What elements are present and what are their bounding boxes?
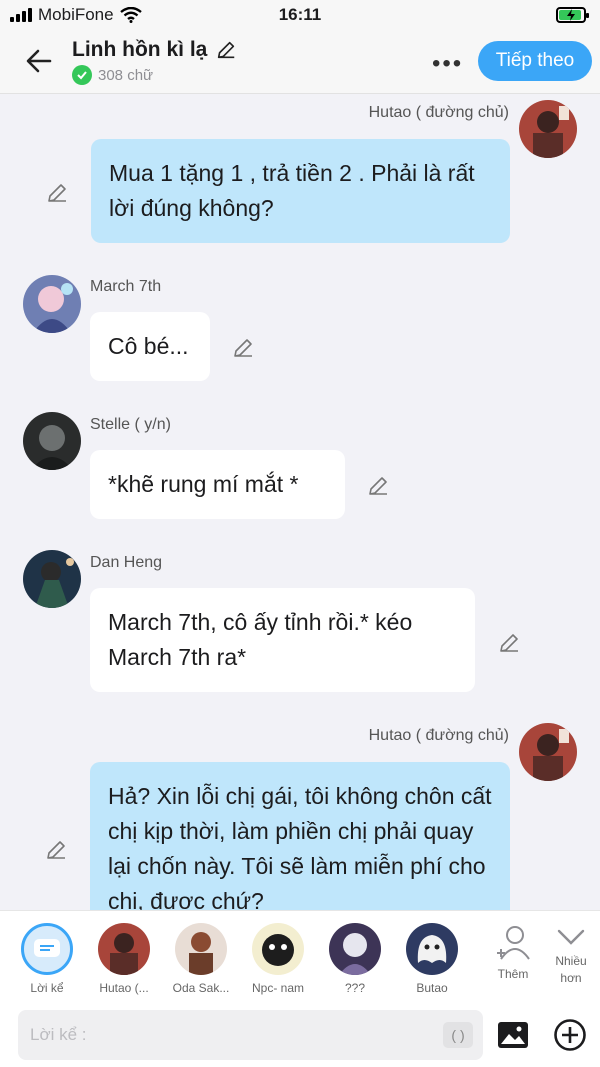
message-bubble[interactable]: March 7th, cô ấy tỉnh rồi.* kéo March 7t… <box>90 588 475 692</box>
next-button[interactable]: Tiếp theo <box>478 41 592 81</box>
more-options-icon[interactable]: ••• <box>432 50 463 78</box>
message-bubble[interactable]: *khẽ rung mí mắt * <box>90 450 345 519</box>
avatar-hutao[interactable] <box>519 100 577 158</box>
sender-name: Hutao ( đường chủ) <box>368 104 509 121</box>
avatar <box>98 923 150 975</box>
character-label: Butao <box>416 981 448 995</box>
battery-icon <box>556 7 589 23</box>
more-characters-button[interactable]: Nhiều hơn <box>540 923 600 987</box>
edit-message-icon[interactable] <box>44 838 68 862</box>
narration-input[interactable] <box>18 1010 483 1060</box>
sender-name: Dan Heng <box>90 554 163 571</box>
character-label: Lời kể <box>30 981 64 995</box>
chat-area[interactable]: Hutao ( đường chủ) Mua 1 tặng 1 , trả ti… <box>0 95 600 910</box>
clock: 16:11 <box>278 5 322 24</box>
character-label: Oda Sak... <box>172 981 230 995</box>
status-bar: MobiFone 16:11 <box>0 0 600 30</box>
character-label: Npc- nam <box>251 981 304 995</box>
avatar-hutao[interactable] <box>519 723 577 781</box>
avatar <box>406 923 458 975</box>
edit-message-icon[interactable] <box>366 474 390 498</box>
word-count: 308 chữ <box>72 65 153 85</box>
avatar-march-7th[interactable] <box>23 275 81 333</box>
message-bubble[interactable]: Cô bé... <box>90 312 210 381</box>
character-label: Nhiều hơn <box>555 954 587 985</box>
edit-message-icon[interactable] <box>231 336 255 360</box>
story-title-text: Linh hồn kì lạ <box>72 38 208 61</box>
character-oda-sakunosuke[interactable]: Oda Sak... <box>162 923 240 995</box>
action-parentheses-button[interactable]: ( ) <box>443 1022 473 1048</box>
image-icon[interactable] <box>497 1021 529 1049</box>
character-label: Hutao (... <box>99 981 149 995</box>
message-bubble[interactable]: Mua 1 tặng 1 , trả tiền 2 . Phải là rất … <box>91 139 510 243</box>
narrator-icon <box>21 923 73 975</box>
edit-message-icon[interactable] <box>45 181 69 205</box>
word-count-text: 308 chữ <box>98 66 154 84</box>
message-bubble[interactable]: Hả? Xin lỗi chị gái, tôi không chôn cất … <box>90 762 510 910</box>
sender-name: March 7th <box>90 278 162 295</box>
sender-name: Stelle ( y/n) <box>90 416 171 433</box>
composer: ( ) <box>0 1002 600 1067</box>
character-unknown[interactable]: ??? <box>316 923 394 995</box>
character-butao[interactable]: Butao <box>393 923 471 995</box>
chat-header: Linh hồn kì lạ 308 chữ ••• Tiếp theo <box>0 30 600 94</box>
edit-title-icon[interactable] <box>215 39 237 61</box>
plus-circle-icon[interactable] <box>553 1018 587 1052</box>
character-selector: Lời kể Hutao (... Oda Sak... Npc- nam ??… <box>0 910 600 1002</box>
add-person-icon <box>497 926 530 960</box>
sender-name: Hutao ( đường chủ) <box>368 727 509 744</box>
avatar <box>175 923 227 975</box>
character-npc-nam[interactable]: Npc- nam <box>239 923 317 995</box>
back-arrow-icon[interactable] <box>22 44 56 78</box>
character-narrator[interactable]: Lời kể <box>8 923 86 995</box>
story-title[interactable]: Linh hồn kì lạ <box>72 38 237 62</box>
avatar <box>252 923 304 975</box>
character-label: ??? <box>344 981 366 995</box>
avatar-dan-heng[interactable] <box>23 550 81 608</box>
avatar <box>329 923 381 975</box>
avatar-stelle[interactable] <box>23 412 81 470</box>
edit-message-icon[interactable] <box>497 631 521 655</box>
chevron-down-icon <box>557 929 585 945</box>
check-circle-icon <box>72 65 92 85</box>
character-hutao[interactable]: Hutao (... <box>85 923 163 995</box>
